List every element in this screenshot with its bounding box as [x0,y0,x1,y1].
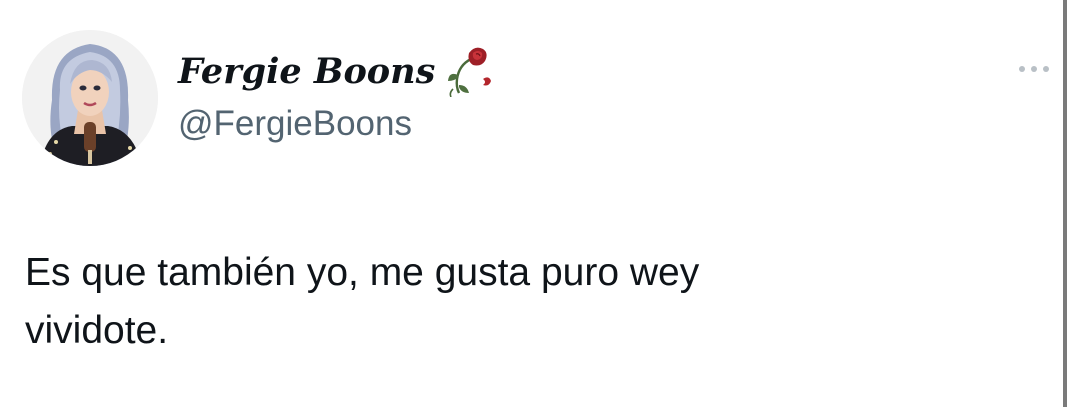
display-name[interactable]: Fergie Boons [178,51,435,92]
scrollbar[interactable] [1063,0,1067,407]
more-options-icon[interactable] [1015,58,1053,80]
user-handle[interactable]: @FergieBoons [178,104,412,144]
tweet-text: Es que también yo, me gusta puro wey viv… [25,251,700,352]
display-name-row: Fergie Boons [178,45,495,98]
avatar-image [22,30,158,166]
tweet-card: Fergie Boons @FergieBoons Es que también… [0,0,1060,407]
avatar[interactable] [22,30,158,166]
wilted-rose-icon [445,45,495,98]
